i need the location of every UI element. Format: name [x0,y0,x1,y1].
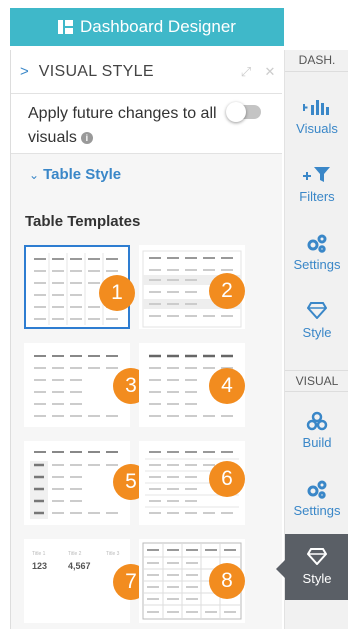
rail-item-settings[interactable]: Settings [285,220,348,286]
info-icon[interactable]: i [80,132,93,144]
rail-item-label: Style [302,571,332,586]
chevron-right-icon[interactable]: > [20,63,29,80]
template-number-badge: 6 [209,461,245,497]
rail-item-label: Settings [293,257,341,272]
panel-title: VISUAL STYLE [38,62,154,80]
kpi-tile-3: Title 3 [106,551,120,557]
filter-plus-icon [285,165,348,185]
dashboard-logo-icon [58,20,74,34]
gears-icon [285,479,348,499]
rail-item-style[interactable]: Style [285,288,348,354]
template-number-badge: 4 [209,368,245,404]
rail-item-label: Visuals [296,121,338,136]
apply-future-changes-toggle[interactable] [226,102,261,122]
close-icon[interactable]: ✕ [258,64,282,80]
diamond-icon [285,301,348,321]
table-template-6[interactable]: 6 [139,441,245,525]
rail-item-build[interactable]: Build [285,398,348,464]
rail-item-label: Settings [293,503,341,518]
bar-chart-plus-icon [285,97,348,117]
kpi-tile-1: Title 1 123 [32,551,48,571]
rail-item-label: Style [302,325,332,340]
rail-item-label: Filters [299,189,335,204]
template-number-badge: 2 [209,273,245,309]
rail-item-label: Build [302,435,332,450]
right-rail: DASH. Visuals Filters Settings Style VIS… [276,50,348,629]
dash-section-label: DASH. [285,50,348,72]
rail-item-visual-style[interactable]: Style [276,534,348,600]
diamond-icon [285,547,348,567]
panel-header: > VISUAL STYLE ⤢ ✕ [11,50,282,94]
table-style-section-toggle[interactable]: ⌄ Table Style [29,166,121,183]
table-template-1[interactable]: 1 [24,245,135,329]
expand-icon[interactable]: ⤢ [234,64,258,80]
visual-section-label: VISUAL [285,370,348,392]
visual-style-panel: > VISUAL STYLE ⤢ ✕ Apply future changes … [10,50,282,629]
chevron-down-icon: ⌄ [29,168,40,182]
apply-future-changes-row: Apply future changes to all visuals i [11,94,282,154]
toggle-knob [226,102,246,122]
app-title: Dashboard Designer [80,17,236,36]
apply-future-changes-label: Apply future changes to all visuals i [28,105,217,146]
rail-item-visual-settings[interactable]: Settings [285,466,348,532]
table-template-5[interactable]: 5 [24,441,149,525]
table-templates-heading: Table Templates [25,213,141,230]
app-header: Dashboard Designer [10,8,284,46]
table-template-2[interactable]: 2 [139,245,245,329]
table-template-8[interactable]: 8 [139,539,245,623]
table-template-4[interactable]: 4 [139,343,245,427]
table-template-7[interactable]: Title 1 123 Title 2 4,567 Title 3 7 [24,539,149,623]
rail-item-filters[interactable]: Filters [285,152,348,218]
gears-icon [285,233,348,253]
template-number-badge: 1 [99,275,135,311]
table-template-3[interactable]: 3 [24,343,149,427]
template-number-badge: 8 [209,563,245,599]
rail-item-visuals[interactable]: Visuals [285,84,348,150]
kpi-tile-2: Title 2 4,567 [68,551,91,571]
build-icon [285,411,348,431]
active-indicator-arrow [276,560,285,578]
